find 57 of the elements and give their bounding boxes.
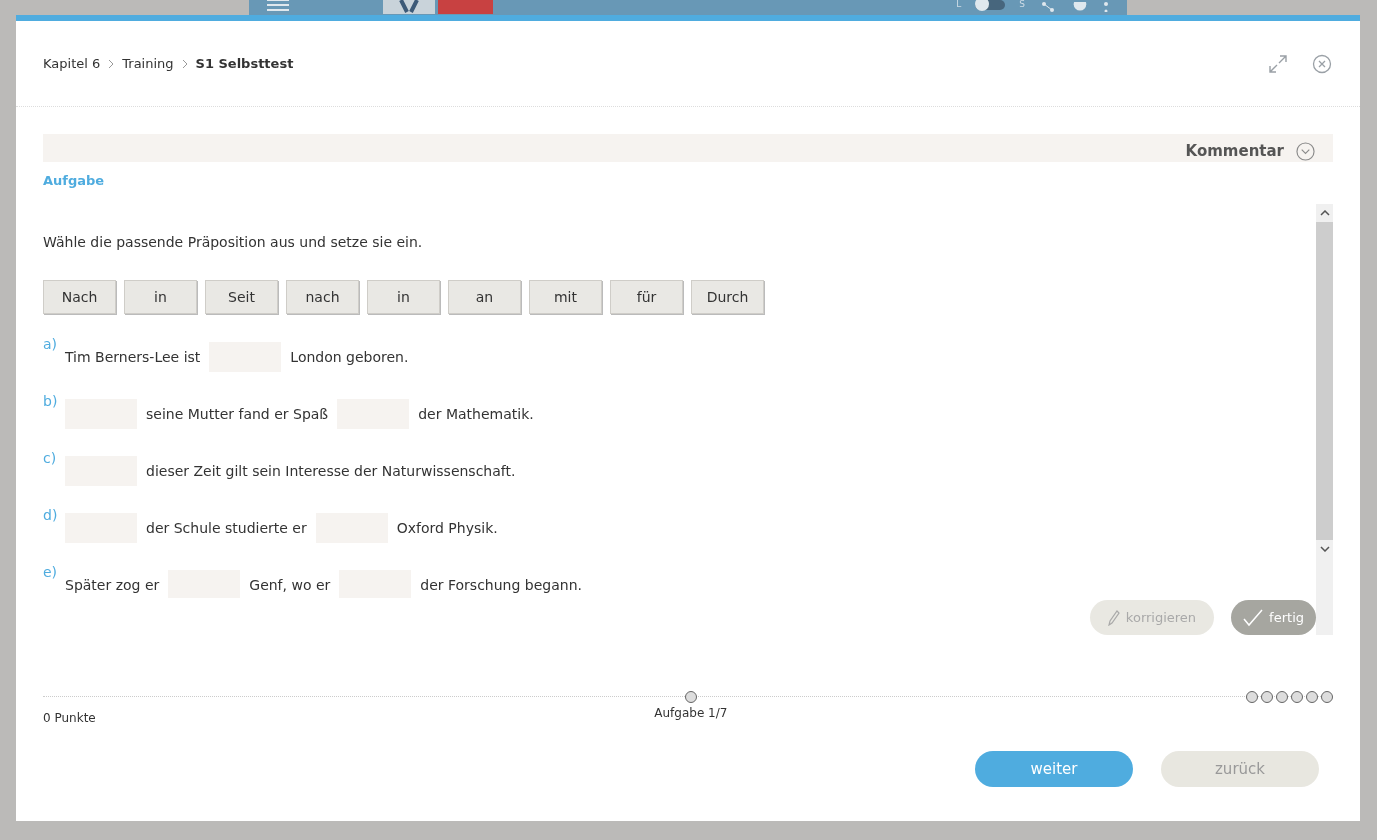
expand-icon[interactable] xyxy=(1268,53,1288,74)
progress-dot[interactable] xyxy=(1276,691,1288,703)
word-tile[interactable]: Seit xyxy=(205,280,278,314)
scroll-up-icon[interactable] xyxy=(1319,210,1330,216)
more-icon[interactable] xyxy=(1103,1,1109,12)
sentence-text: der Forschung begann. xyxy=(420,576,582,593)
toggle-label: S xyxy=(1019,0,1025,9)
sentence-text: London geboren. xyxy=(290,348,409,365)
sentence-text: Tim Berners-Lee ist xyxy=(65,348,201,365)
word-tile[interactable]: an xyxy=(448,280,521,314)
progress-dot[interactable] xyxy=(1321,691,1333,703)
pencil-icon xyxy=(1107,609,1120,626)
check-icon xyxy=(1243,608,1264,627)
breadcrumb-item[interactable]: Kapitel 6 xyxy=(43,56,101,71)
logo-icon xyxy=(383,0,493,14)
chevron-down-icon[interactable] xyxy=(1296,141,1315,161)
item-letter: b) xyxy=(43,393,56,409)
word-tile[interactable]: mit xyxy=(529,280,602,314)
item-letter: c) xyxy=(43,450,56,466)
progress-dot[interactable] xyxy=(1306,691,1318,703)
sentence-text: seine Mutter fand er Spaß xyxy=(146,405,329,422)
word-tile[interactable]: Durch xyxy=(691,280,764,314)
word-tile[interactable]: Nach xyxy=(43,280,116,314)
section-label: Aufgabe xyxy=(43,173,106,188)
close-icon[interactable] xyxy=(1312,53,1332,74)
word-tile[interactable]: in xyxy=(367,280,440,314)
comment-bar[interactable]: Kommentar xyxy=(43,134,1333,162)
breadcrumb-item[interactable]: Training xyxy=(122,56,174,71)
score-text: 0 Punkte xyxy=(43,711,96,725)
progress-dot[interactable] xyxy=(1246,691,1258,703)
share-icon[interactable] xyxy=(1039,1,1057,12)
comment-label[interactable]: Kommentar xyxy=(1185,142,1284,160)
scroll-down-icon[interactable] xyxy=(1319,546,1330,552)
word-tile[interactable]: in xyxy=(124,280,197,314)
chevron-right-icon xyxy=(181,58,188,69)
toggle-label: L xyxy=(956,0,962,9)
sentence-text: der Mathematik. xyxy=(418,405,534,422)
word-tile[interactable]: nach xyxy=(286,280,359,314)
chevron-right-icon xyxy=(108,58,115,69)
progress-dot xyxy=(684,691,697,703)
instruction-text: Wähle die passende Präposition aus und setze sie ein. xyxy=(43,234,424,250)
sentence-text: dieser Zeit gilt sein Interesse der Naturwissenschaft. xyxy=(146,462,516,479)
sentence-text: Genf, wo er xyxy=(249,576,331,593)
progress-label: Aufgabe 1/7 xyxy=(654,706,728,720)
progress-dot[interactable] xyxy=(1291,691,1303,703)
scrollbar[interactable] xyxy=(1316,204,1333,635)
word-tile[interactable]: für xyxy=(610,280,683,314)
sentence-text: Oxford Physik. xyxy=(396,519,498,536)
item-letter: d) xyxy=(43,507,56,523)
size-toggle[interactable] xyxy=(975,0,1006,10)
sentence-text: Später zog er xyxy=(65,576,160,593)
menu-icon[interactable] xyxy=(267,0,289,11)
item-letter: a) xyxy=(43,336,56,352)
breadcrumb-item: S1 Selbsttest xyxy=(195,56,294,71)
sentence-text: der Schule studierte er xyxy=(146,519,307,536)
item-letter: e) xyxy=(43,564,56,580)
progress-dot[interactable] xyxy=(1261,691,1273,703)
